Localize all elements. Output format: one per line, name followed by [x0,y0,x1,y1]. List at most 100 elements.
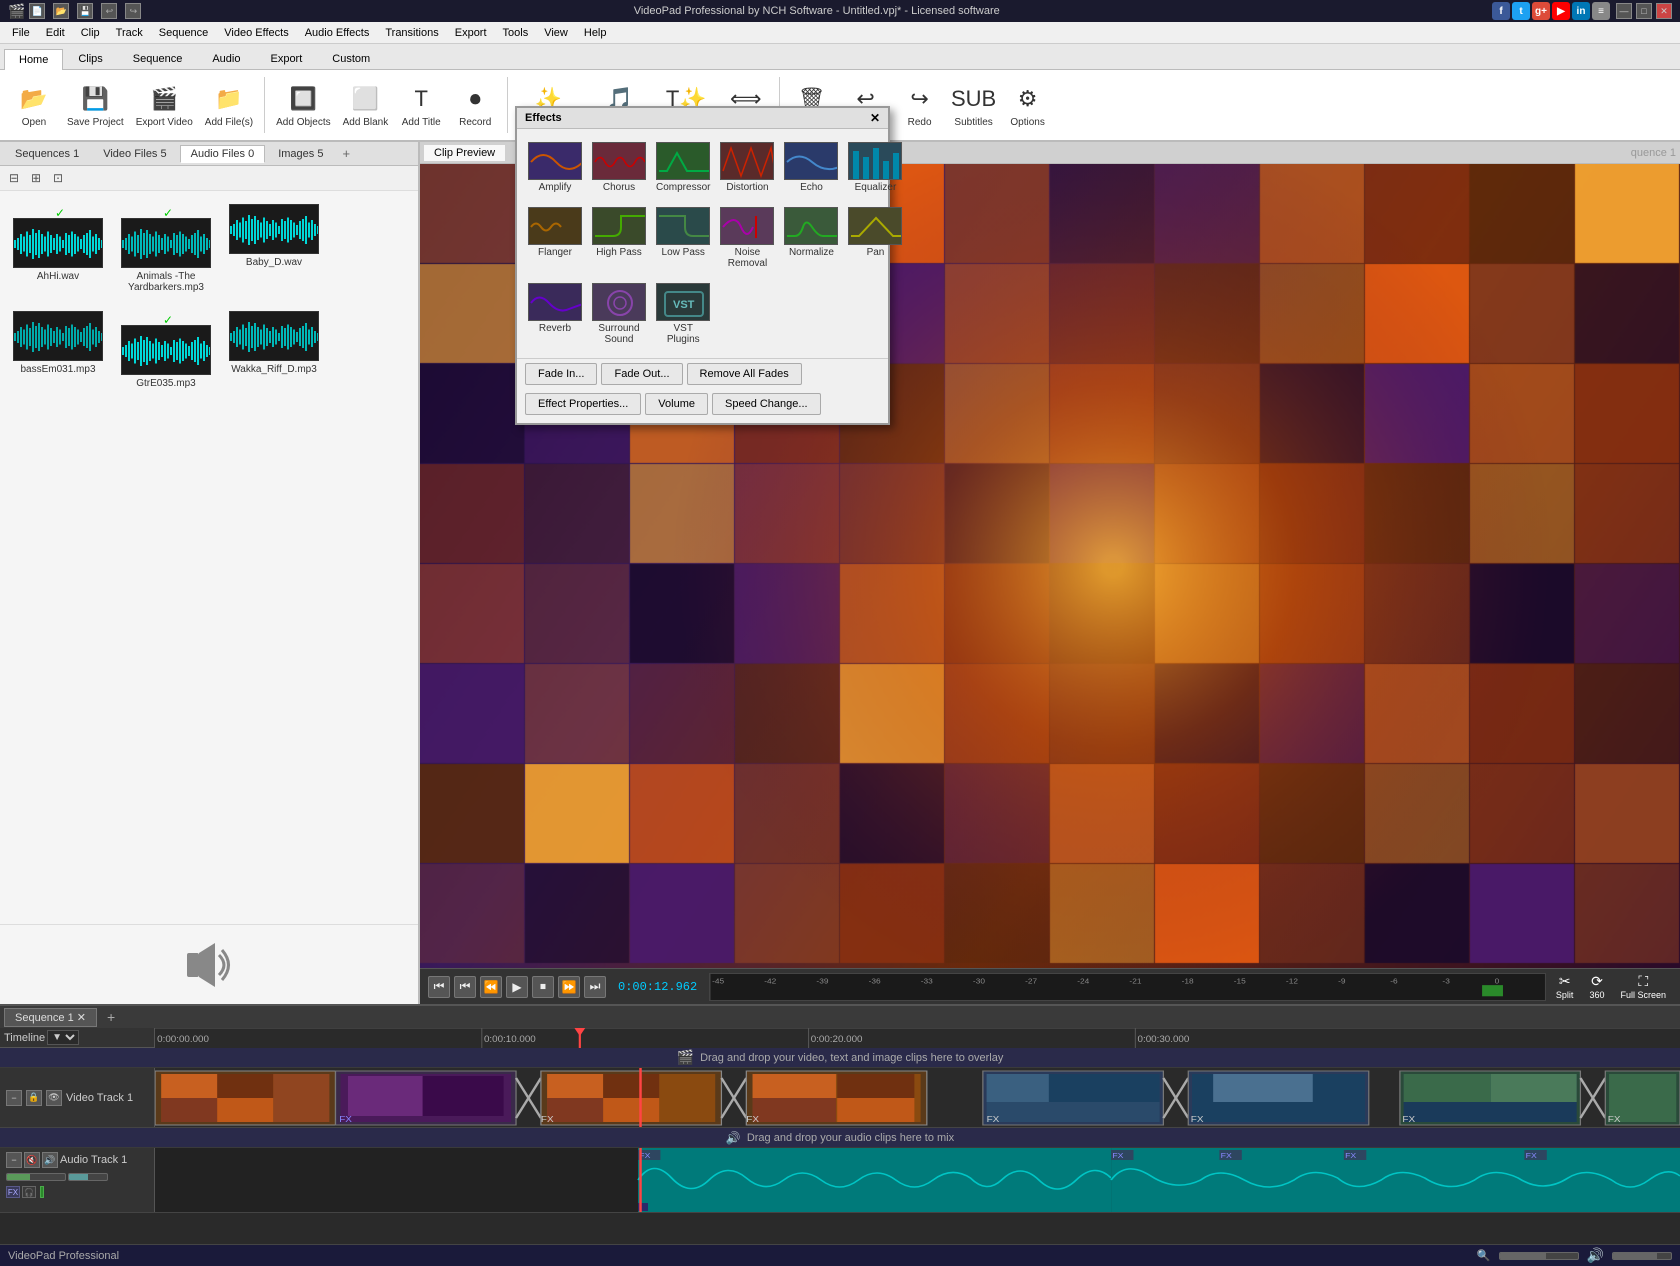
prev-frame-btn[interactable]: ⏮ [454,976,476,998]
audio-file-2[interactable]: Baby_D.wav [224,199,324,298]
add-files-tool-btn[interactable]: 📁Add File(s) [200,74,258,136]
split-btn[interactable]: ✂ Split [1550,971,1580,1002]
grid-view-btn[interactable]: ⊞ [26,168,46,188]
effect-reverb[interactable]: Reverb [525,278,585,350]
panel-tab-video-files[interactable]: Video Files 5 [92,145,177,163]
add-sequence-btn[interactable]: + [99,1007,123,1027]
audio-file-4[interactable]: ✓GtrE035.mp3 [116,306,216,394]
volume-slider-sb[interactable] [1612,1252,1672,1260]
menu-video-effects[interactable]: Video Effects [216,25,296,41]
headphones-btn[interactable]: 🎧 [22,1186,36,1198]
panel-tab-sequences[interactable]: Sequences 1 [4,145,90,163]
speed-change-btn[interactable]: Speed Change... [712,393,821,415]
ribbon-tab-clips[interactable]: Clips [63,48,117,69]
close-btn[interactable]: ✕ [1656,3,1672,19]
go-to-end-btn[interactable]: ⏭ [584,976,606,998]
effect-equalizer[interactable]: Equalizer [845,137,905,198]
export-video-tool-btn[interactable]: 🎬Export Video [131,74,198,136]
minimize-btn[interactable]: — [1616,3,1632,19]
audio-minus-btn[interactable]: − [6,1152,22,1168]
panel-tab-images[interactable]: Images 5 [267,145,334,163]
volume-btn[interactable]: Volume [645,393,708,415]
redo-btn-title[interactable]: ↪ [125,3,141,19]
open-btn[interactable]: 📂 [53,3,69,19]
audio-file-5[interactable]: Wakka_Riff_D.mp3 [224,306,324,394]
zoom-slider[interactable] [1499,1252,1579,1260]
effect-distortion[interactable]: Distortion [717,137,777,198]
undo-btn-title[interactable]: ↩ [101,3,117,19]
fast-forward-btn[interactable]: ⏩ [558,976,580,998]
track-minus-btn[interactable]: − [6,1090,22,1106]
stop-btn[interactable]: ⏹ [532,976,554,998]
menu-sequence[interactable]: Sequence [151,25,217,41]
menu-edit[interactable]: Edit [38,25,73,41]
effect-flanger[interactable]: Flanger [525,202,585,274]
settings-view-btn[interactable]: ⊡ [48,168,68,188]
ribbon-tab-audio[interactable]: Audio [197,48,255,69]
add-title-tool-btn[interactable]: TAdd Title [395,74,447,136]
ribbon-tab-home[interactable]: Home [4,49,63,70]
ribbon-tab-sequence[interactable]: Sequence [118,48,198,69]
menu-view[interactable]: View [536,25,576,41]
fullscreen-btn[interactable]: ⛶ Full Screen [1614,971,1672,1002]
volume-icon[interactable]: 🔊 [1587,1247,1604,1264]
track-lock-btn[interactable]: 🔒 [26,1090,42,1106]
audio-file-1[interactable]: ✓Animals -The Yardbarkers.mp3 [116,199,216,298]
timeline-zoom-select[interactable]: ▼ [47,1030,79,1045]
effect-properties-btn[interactable]: Effect Properties... [525,393,641,415]
social-fb[interactable]: f [1492,2,1510,20]
fade-out-btn[interactable]: Fade Out... [601,363,682,385]
effect-amplify[interactable]: Amplify [525,137,585,198]
save-btn-title[interactable]: 💾 [77,3,93,19]
track-vis-btn[interactable]: 👁 [46,1090,62,1106]
sequence-tab-1[interactable]: Sequence 1 ✕ [4,1008,97,1027]
effect-normalize[interactable]: Normalize [781,202,841,274]
ribbon-tab-custom[interactable]: Custom [317,48,385,69]
social-gp[interactable]: g+ [1532,2,1550,20]
effect-vst-plugins[interactable]: VSTVST Plugins [653,278,713,350]
menu-transitions[interactable]: Transitions [377,25,446,41]
add-blank-tool-btn[interactable]: ⬜Add Blank [338,74,394,136]
new-btn[interactable]: 📄 [29,3,45,19]
panel-tab-add[interactable]: + [336,144,356,163]
save-project-tool-btn[interactable]: 💾Save Project [62,74,129,136]
pan-slider[interactable] [68,1173,108,1181]
redo-tool-btn[interactable]: ↪Redo [894,74,946,136]
options-tool-btn[interactable]: ⚙Options [1002,74,1054,136]
menu-file[interactable]: File [4,25,38,41]
fx-btn[interactable]: FX [6,1186,20,1198]
video-track-content[interactable]: FX FX FX [155,1068,1680,1127]
audio-track-content[interactable]: FX FX FX FX FX [155,1148,1680,1212]
effect-noise-removal[interactable]: Noise Removal [717,202,777,274]
social-tw[interactable]: t [1512,2,1530,20]
ribbon-tab-export[interactable]: Export [255,48,317,69]
social-more[interactable]: ≡ [1592,2,1610,20]
menu-help[interactable]: Help [576,25,615,41]
add-objects-tool-btn[interactable]: 🔲Add Objects [271,74,335,136]
social-li[interactable]: in [1572,2,1590,20]
go-to-start-btn[interactable]: ⏮ [428,976,450,998]
record-tool-btn[interactable]: ⏺Record [449,74,501,136]
list-view-btn[interactable]: ⊟ [4,168,24,188]
effect-surround-sound[interactable]: Surround Sound [589,278,649,350]
menu-track[interactable]: Track [108,25,151,41]
effects-close-btn[interactable]: ✕ [870,111,880,125]
effect-echo[interactable]: Echo [781,137,841,198]
audio-mute-btn[interactable]: 🔇 [24,1152,40,1168]
audio-file-0[interactable]: ✓AhHi.wav [8,199,108,298]
social-yt[interactable]: ▶ [1552,2,1570,20]
audio-speaker-btn[interactable]: 🔊 [42,1152,58,1168]
rewind-btn[interactable]: ⏪ [480,976,502,998]
panel-tab-audio-files[interactable]: Audio Files 0 [180,145,266,163]
subtitles-tool-btn[interactable]: SUBSubtitles [948,74,1000,136]
clip-preview-tab[interactable]: Clip Preview [424,145,505,161]
effect-compressor[interactable]: Compressor [653,137,713,198]
fade-in-btn[interactable]: Fade In... [525,363,597,385]
menu-clip[interactable]: Clip [73,25,108,41]
remove-fades-btn[interactable]: Remove All Fades [687,363,802,385]
effect-chorus[interactable]: Chorus [589,137,649,198]
maximize-btn[interactable]: □ [1636,3,1652,19]
open-tool-btn[interactable]: 📂Open [8,74,60,136]
360-btn[interactable]: ⟳ 360 [1583,971,1610,1002]
volume-slider[interactable] [6,1173,66,1181]
